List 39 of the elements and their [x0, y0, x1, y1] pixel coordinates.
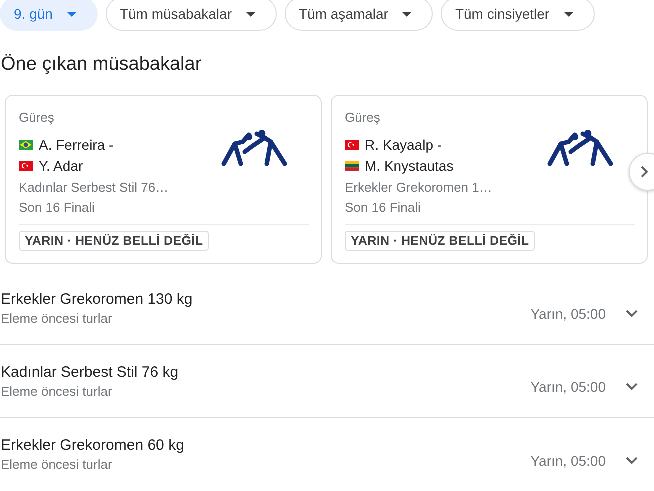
caret-icon: [564, 12, 574, 16]
competitor-name: A. Ferreira -: [39, 136, 114, 152]
filter-chip[interactable]: Tüm cinsiyetler: [441, 0, 595, 31]
event-subtitle: Eleme öncesi turlar: [1, 457, 114, 472]
event-time: Yarın, 05:00: [530, 379, 606, 395]
flag-icon: [345, 140, 359, 150]
flag-icon: [19, 140, 33, 150]
event-time: Yarın, 05:00: [530, 306, 606, 322]
filter-chip[interactable]: 9. gün: [0, 0, 98, 31]
event-title: Erkekler Grekoromen 60 kg: [1, 437, 186, 454]
sport-label: Güreş: [19, 110, 56, 125]
event-name: Erkekler Grekoromen 1…: [345, 179, 494, 197]
chevron-right-icon: [641, 166, 648, 178]
flag-icon: [19, 160, 33, 170]
chevron-down-icon[interactable]: [626, 310, 638, 318]
caret-icon: [246, 12, 256, 16]
section-heading: Öne çıkan müsabakalar: [1, 54, 203, 76]
chevron-down-icon[interactable]: [626, 456, 638, 464]
chevron-down-icon[interactable]: [626, 383, 638, 391]
caret-icon: [66, 12, 77, 16]
competitor-name: Y. Adar: [39, 158, 84, 174]
status-badge: YARIN · HENÜZ BELLİ DEĞİL: [345, 231, 536, 251]
filter-chip[interactable]: Tüm müsabakalar: [106, 0, 277, 31]
event-name: Kadınlar Serbest Stil 76…: [19, 179, 170, 197]
competitor-name: M. Knystautas: [365, 158, 454, 174]
competitor-name: R. Kayaalp -: [365, 136, 442, 152]
event-time: Yarın, 05:00: [530, 452, 606, 468]
filter-chip[interactable]: Tüm aşamalar: [284, 0, 434, 31]
stage-label: Son 16 Finali: [19, 199, 96, 217]
event-subtitle: Eleme öncesi turlar: [1, 310, 114, 326]
sport-label: Güreş: [345, 110, 382, 125]
status-badge: YARIN · HENÜZ BELLİ DEĞİL: [19, 231, 210, 251]
flag-icon: [345, 160, 359, 170]
match-card[interactable]: Güreş A. Ferreira - Y. Adar Kadınlar Serbest Stil 76… Son 16 Finali YARIN · HENÜZ BELLİ DEĞİL: [5, 95, 322, 264]
event-title: Kadınlar Serbest Stil 76 kg: [1, 364, 180, 380]
stage-label: Son 16 Finali: [345, 199, 422, 217]
caret-icon: [402, 12, 412, 16]
event-title: Erkekler Grekoromen 130 kg: [1, 290, 194, 308]
event-subtitle: Eleme öncesi turlar: [1, 384, 114, 398]
